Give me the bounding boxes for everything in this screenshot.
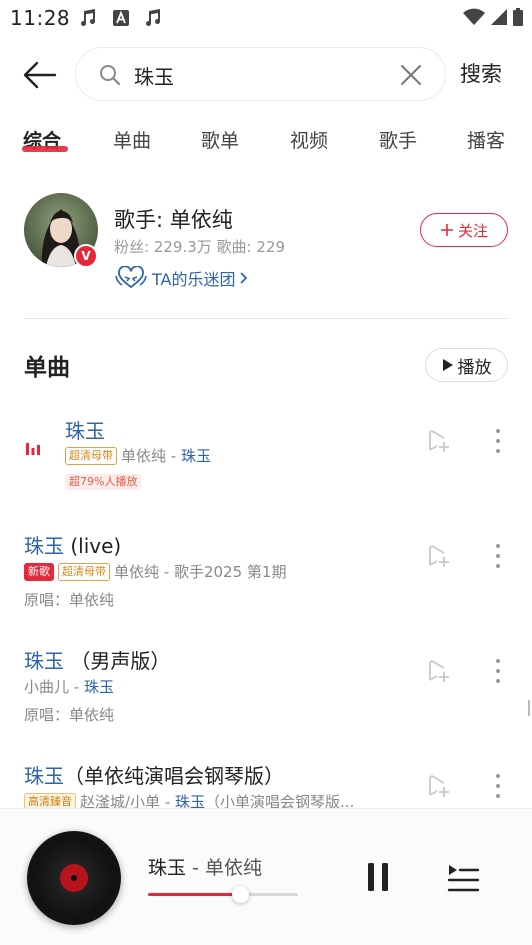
fan-club-link[interactable]: TA的乐迷团 — [114, 265, 249, 291]
song-album: 歌手2025 第1期 — [173, 563, 287, 581]
progress-knob[interactable] — [231, 886, 249, 903]
song-artist: 单依纯 — [121, 447, 167, 465]
song-row[interactable]: 珠玉（单依纯演唱会钢琴版） 高清臻音 赵滏城/小单 - 珠玉（小单演唱会钢琴版.… — [0, 750, 532, 808]
song-album: 珠玉 — [180, 447, 211, 465]
now-playing-icon — [26, 443, 40, 455]
song-title-suffix: (live) — [64, 534, 122, 558]
music-note-icon — [81, 9, 96, 27]
now-playing-artist: 单依纯 — [204, 857, 262, 879]
mini-player[interactable]: 珠玉 - 单依纯 — [0, 808, 532, 945]
song-row[interactable]: 珠玉 超清母带 单依纯 - 珠玉 超79%人播放 — [0, 405, 532, 505]
add-to-playlist-icon[interactable] — [424, 657, 452, 685]
more-icon[interactable] — [488, 772, 508, 800]
signal-icon — [491, 9, 507, 25]
progress-bar[interactable] — [148, 886, 298, 903]
vinyl-disc-icon[interactable] — [27, 831, 121, 925]
play-all-button[interactable]: 播放 — [425, 348, 508, 382]
separator: - — [166, 447, 181, 465]
fan-club-label: TA的乐迷团 — [152, 270, 236, 289]
back-button[interactable] — [20, 55, 60, 95]
song-album: 珠玉 — [83, 678, 114, 696]
chevron-right-icon — [240, 272, 248, 284]
artist-stats: 粉丝: 229.3万 歌曲: 229 — [114, 238, 285, 256]
song-meta: 小曲儿 - 珠玉 — [24, 676, 114, 697]
song-extra: 原唱：单依纯 — [24, 591, 115, 609]
play-icon — [442, 359, 453, 371]
tab-playlists[interactable]: 歌单 — [201, 126, 239, 153]
quality-tag: 超清母带 — [65, 446, 117, 465]
search-query: 珠玉 — [134, 65, 174, 89]
disc-hole — [71, 875, 77, 881]
status-time: 11:28 — [10, 6, 71, 30]
progress-fill — [148, 893, 240, 896]
section-title: 单曲 — [24, 355, 70, 381]
tab-videos[interactable]: 视频 — [290, 126, 328, 153]
song-title-text: 珠玉 — [65, 419, 105, 443]
search-icon — [100, 65, 121, 86]
close-icon[interactable] — [399, 63, 423, 87]
song-row[interactable]: 珠玉 (live) 新歌 超清母带 单依纯 - 歌手2025 第1期 原唱：单依… — [0, 520, 532, 620]
music-note-icon — [146, 9, 161, 27]
wifi-icon — [463, 8, 485, 25]
song-title-text: 珠玉 — [24, 649, 64, 673]
search-input[interactable]: 珠玉 — [75, 47, 446, 101]
more-icon[interactable] — [488, 542, 508, 570]
playlist-icon[interactable] — [446, 861, 480, 893]
divider — [24, 318, 508, 319]
artist-name[interactable]: 歌手: 单依纯 — [114, 204, 233, 234]
quality-tag: 高清臻音 — [24, 792, 76, 808]
add-to-playlist-icon[interactable] — [424, 772, 452, 800]
follow-button[interactable]: 关注 — [420, 213, 508, 247]
search-button[interactable]: 搜索 — [460, 58, 502, 88]
song-album-suffix: （小单演唱会钢琴版... — [205, 793, 355, 808]
separator: - — [159, 563, 174, 581]
song-title: 珠玉 (live) — [24, 530, 121, 559]
song-row[interactable]: 珠玉 （男声版） 小曲儿 - 珠玉 原唱：单依纯 — [0, 635, 532, 735]
separator: - — [69, 678, 84, 696]
song-album: 珠玉 — [175, 793, 206, 808]
song-title: 珠玉 — [65, 415, 105, 444]
pause-icon[interactable] — [362, 859, 394, 895]
song-meta: 新歌 超清母带 单依纯 - 歌手2025 第1期 — [24, 561, 286, 582]
follow-label: 关注 — [457, 221, 488, 240]
verified-badge: V — [74, 244, 98, 268]
a-badge-icon — [113, 10, 129, 26]
song-title: 珠玉 （男声版） — [24, 645, 170, 674]
song-meta: 高清臻音 赵滏城/小单 - 珠玉（小单演唱会钢琴版... — [24, 791, 354, 808]
song-artist: 赵滏城/小单 — [80, 793, 161, 808]
song-title: 珠玉（单依纯演唱会钢琴版） — [24, 760, 284, 789]
arrow-left-icon — [23, 61, 57, 89]
heart-hands-icon — [115, 266, 147, 289]
add-to-playlist-icon[interactable] — [424, 542, 452, 570]
now-playing-title[interactable]: 珠玉 - 单依纯 — [148, 853, 262, 880]
new-tag: 新歌 — [24, 562, 54, 581]
status-bar: 11:28 — [0, 0, 532, 36]
active-tab-indicator — [22, 146, 68, 152]
battery-icon — [513, 8, 523, 26]
now-playing-song: 珠玉 — [148, 857, 187, 879]
result-tabs: 综合 单曲 歌单 视频 歌手 播客 — [0, 122, 532, 162]
quality-tag: 超清母带 — [58, 562, 110, 581]
add-to-playlist-icon[interactable] — [424, 427, 452, 455]
separator: - — [160, 793, 176, 808]
scroll-indicator — [528, 700, 530, 716]
more-icon[interactable] — [488, 427, 508, 455]
tab-songs[interactable]: 单曲 — [113, 126, 151, 153]
song-title-text: 珠玉 — [24, 534, 64, 558]
song-extra: 原唱：单依纯 — [24, 706, 115, 724]
song-title-suffix: （男声版） — [64, 649, 171, 673]
song-meta: 超清母带 单依纯 - 珠玉 — [65, 445, 211, 466]
separator: - — [186, 857, 205, 879]
plus-icon — [440, 224, 453, 236]
song-title-suffix: （单依纯演唱会钢琴版） — [64, 764, 284, 788]
song-artist: 小曲儿 — [24, 678, 70, 696]
song-extra: 超79%人播放 — [65, 474, 142, 490]
tab-podcasts[interactable]: 播客 — [467, 126, 505, 153]
song-title-text: 珠玉 — [24, 764, 64, 788]
song-artist: 单依纯 — [114, 563, 160, 581]
play-all-label: 播放 — [457, 357, 492, 378]
more-icon[interactable] — [488, 657, 508, 685]
tab-singers[interactable]: 歌手 — [379, 126, 417, 153]
hot-badge: 超79%人播放 — [65, 474, 142, 490]
